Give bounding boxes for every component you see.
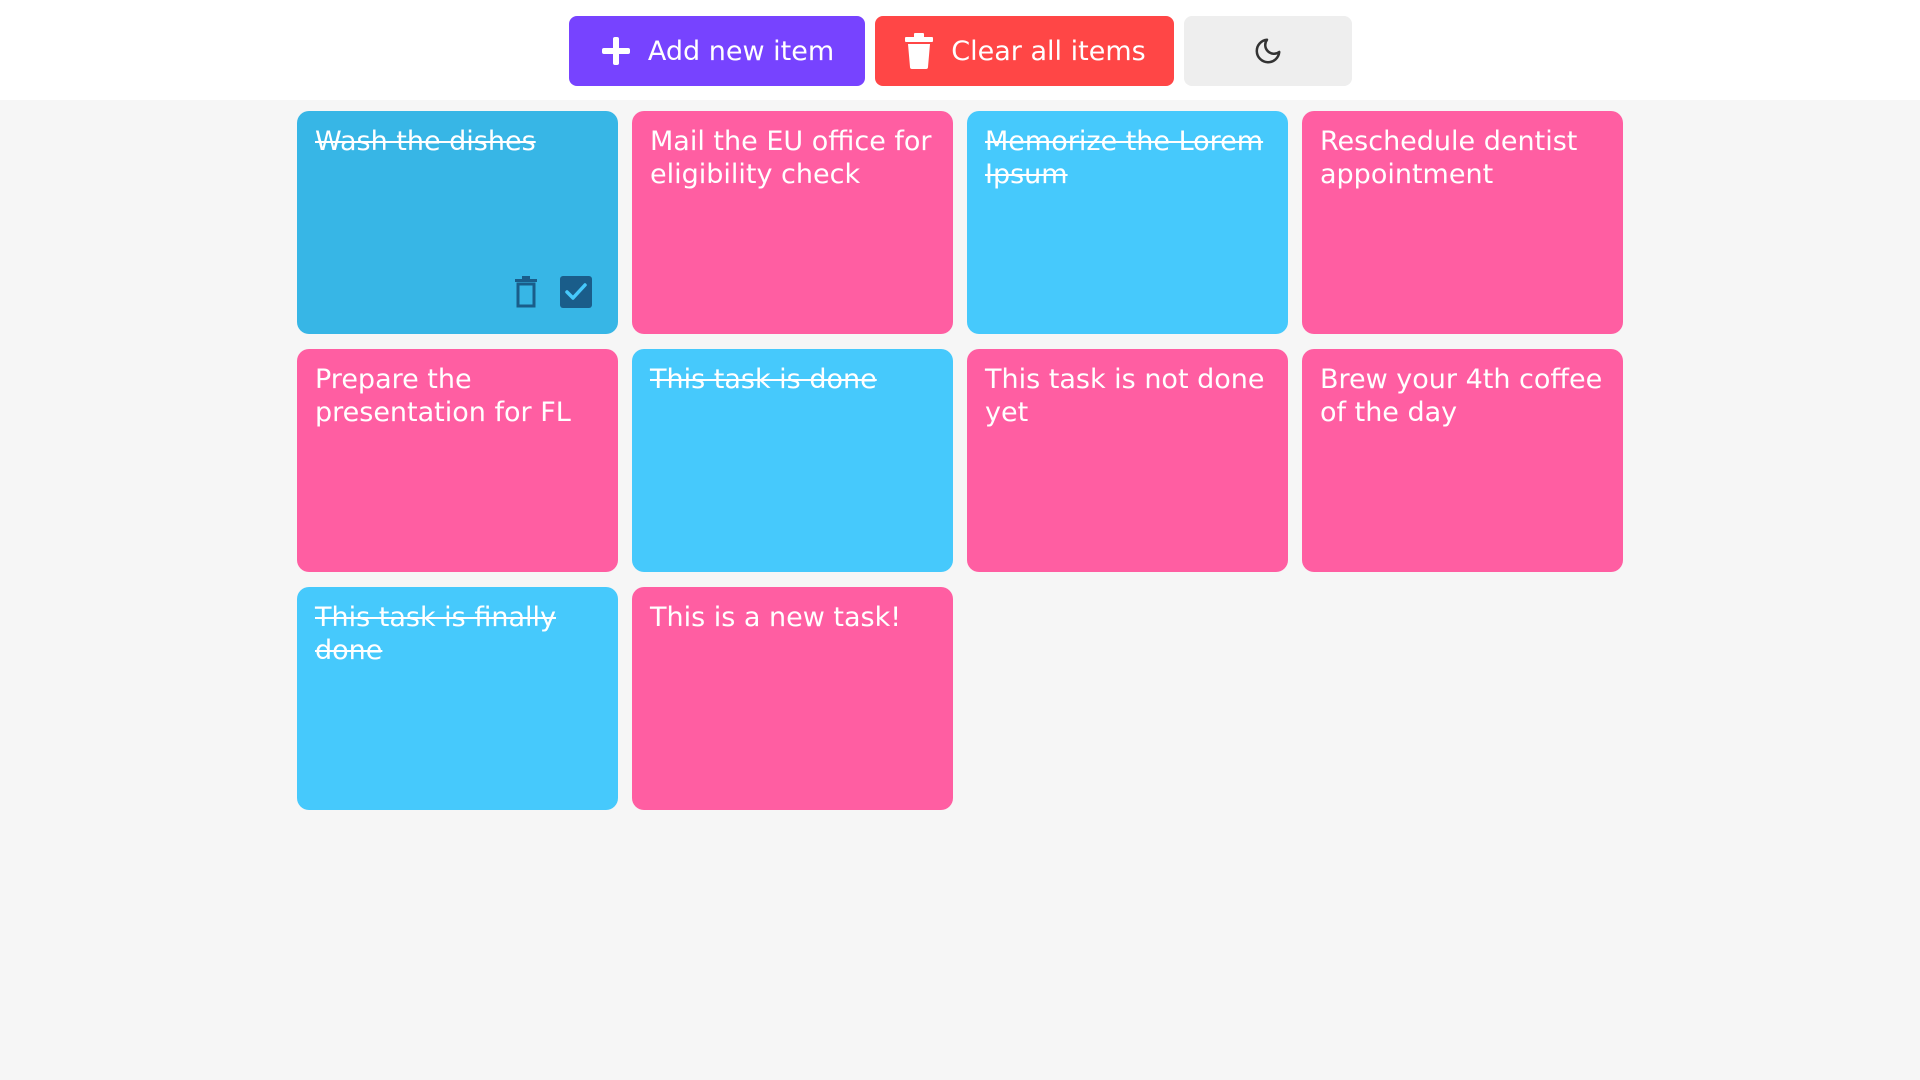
task-text: This task is finally done	[315, 602, 556, 666]
task-card[interactable]: Memorize the Lorem Ipsum	[967, 111, 1288, 334]
task-card[interactable]: Mail the EU office for eligibility check	[632, 111, 953, 334]
task-actions	[514, 276, 592, 308]
task-text: Brew your 4th coffee of the day	[1320, 364, 1603, 428]
theme-toggle-button[interactable]	[1184, 16, 1352, 86]
delete-task-button[interactable]	[514, 276, 538, 308]
task-card[interactable]: This task is finally done	[297, 587, 618, 810]
toolbar: Add new item Clear all items	[0, 0, 1920, 100]
task-text: Wash the dishes	[315, 126, 536, 157]
task-card[interactable]: Prepare the presentation for FL	[297, 349, 618, 572]
task-text: This task is not done yet	[985, 364, 1265, 428]
add-item-button[interactable]: Add new item	[569, 16, 865, 86]
plus-icon	[601, 37, 630, 65]
task-card[interactable]: Brew your 4th coffee of the day	[1302, 349, 1623, 572]
clear-all-label: Clear all items	[951, 35, 1146, 67]
trash-icon	[515, 276, 537, 308]
toggle-done-button[interactable]	[560, 276, 592, 308]
moon-icon	[1255, 38, 1281, 64]
task-card[interactable]: Wash the dishes	[297, 111, 618, 334]
task-text: This task is done	[650, 364, 877, 395]
task-text: This is a new task!	[650, 602, 902, 633]
add-item-label: Add new item	[647, 35, 835, 67]
checkbox-checked-icon	[560, 276, 592, 308]
task-card[interactable]: This task is done	[632, 349, 953, 572]
task-text: Prepare the presentation for FL	[315, 364, 571, 428]
task-text: Mail the EU office for eligibility check	[650, 126, 932, 190]
trash-icon	[905, 33, 934, 69]
task-card[interactable]: This is a new task!	[632, 587, 953, 810]
task-card[interactable]: Reschedule dentist appointment	[1302, 111, 1623, 334]
clear-all-button[interactable]: Clear all items	[875, 16, 1174, 86]
task-card[interactable]: This task is not done yet	[967, 349, 1288, 572]
task-text: Memorize the Lorem Ipsum	[985, 126, 1264, 190]
task-text: Reschedule dentist appointment	[1320, 126, 1578, 190]
